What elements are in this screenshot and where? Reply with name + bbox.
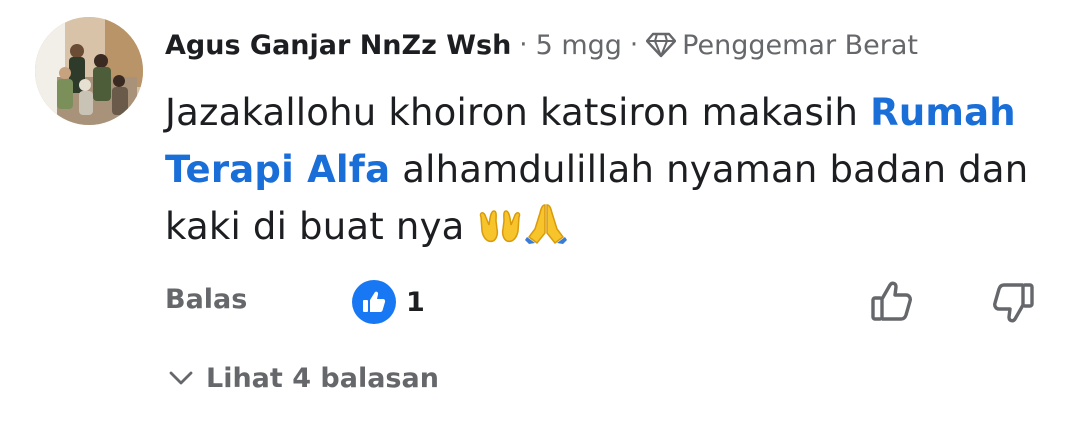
thumbs-up-outline-icon — [871, 281, 912, 321]
comment-header: Agus Ganjar NnZz Wsh · 5 mgg · Penggemar… — [165, 25, 918, 65]
view-replies-button[interactable]: Lihat 4 balasan — [168, 358, 439, 398]
downvote-button[interactable] — [989, 278, 1037, 326]
thumbs-down-outline-icon — [993, 283, 1034, 323]
author-name[interactable]: Agus Ganjar NnZz Wsh — [165, 30, 511, 61]
reaction-summary[interactable]: 1 — [352, 280, 425, 324]
fan-badge-label[interactable]: Penggemar Berat — [682, 30, 918, 61]
comment-time[interactable]: 5 mgg — [536, 30, 622, 61]
reaction-count: 1 — [406, 286, 425, 318]
avatar[interactable] — [35, 17, 143, 125]
diamond-icon — [646, 32, 677, 58]
separator-dot: · — [519, 30, 528, 60]
reply-button[interactable]: Balas — [165, 284, 247, 315]
folded-hands-emoji — [524, 204, 567, 245]
separator-dot: · — [629, 30, 639, 60]
comment-actions: Balas 1 — [165, 278, 1045, 328]
comment-meta: · 5 mgg · Penggemar Berat — [511, 30, 918, 61]
avatar-photo — [35, 17, 143, 125]
view-replies-label: Lihat 4 balasan — [206, 362, 439, 394]
thumbs-up-reaction-icon — [352, 280, 396, 324]
comment-text-part1: Jazakallohu khoiron katsiron makasih — [165, 91, 859, 134]
upvote-button[interactable] — [868, 278, 916, 326]
chevron-down-icon — [169, 371, 193, 385]
comment-text: Jazakallohu khoiron katsiron makasih Rum… — [165, 84, 1065, 255]
open-hands-emoji — [479, 210, 520, 243]
